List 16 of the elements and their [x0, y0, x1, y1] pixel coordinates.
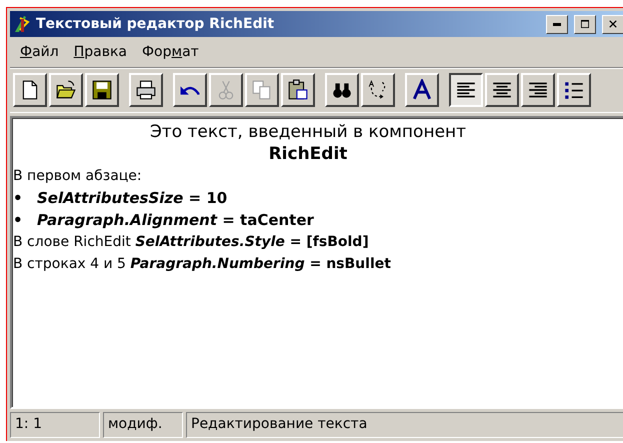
paragraph: В первом абзаце:: [13, 167, 143, 186]
menu-item[interactable]: Файл: [14, 44, 68, 60]
bullet-marker: •: [13, 210, 24, 231]
heading-text: Это текст, введенный в компонент: [148, 121, 468, 143]
status-panel: модиф.: [103, 412, 183, 438]
list-item: Paragraph.Alignment = taCenter: [37, 210, 314, 231]
window-title: Текстовый редактор RichEdit: [36, 16, 276, 32]
status-panel: Редактирование текста: [186, 412, 623, 438]
bullet-marker: •: [13, 188, 24, 209]
heading-text: RichEdit: [268, 143, 348, 165]
menu-item[interactable]: Формат: [136, 44, 208, 60]
status-panel: 1: 1: [10, 412, 100, 438]
paragraph: В слове RichEdit SelAttributes.Style = [fsBold]: [13, 233, 370, 252]
list-item: SelAttributesSize = 10: [37, 188, 228, 209]
menu-item[interactable]: Правка: [68, 44, 136, 60]
paragraph: В строках 4 и 5 Paragraph.Numbering = nsBullet: [13, 255, 392, 274]
